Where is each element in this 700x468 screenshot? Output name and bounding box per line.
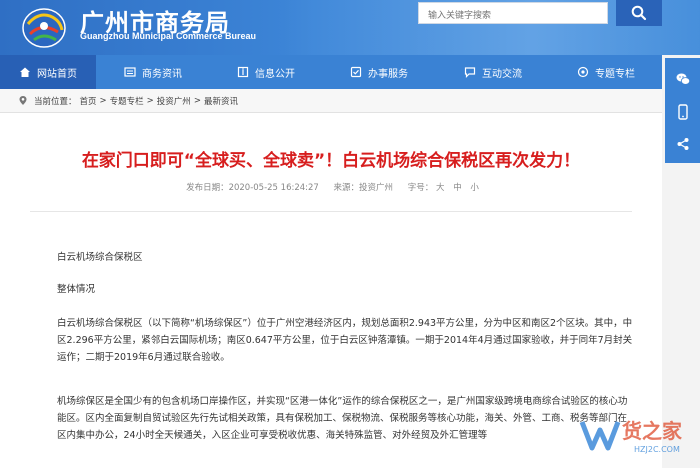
breadcrumb-prefix: 当前位置： [34,96,77,107]
search-button[interactable] [616,0,662,26]
article-meta: 发布日期：2020-05-25 16:24:27 来源：投资广州 字号： 大 中… [0,181,662,193]
search-box [418,2,608,26]
breadcrumb-home[interactable]: 首页 [80,95,97,107]
chat-icon [464,67,476,78]
home-icon [20,67,30,77]
location-icon [19,96,27,105]
search-icon [631,5,647,21]
share-sidebar [665,58,700,163]
site-header: 广州市商务局 Guangzhou Municipal Commerce Bure… [0,0,700,55]
mobile-icon[interactable] [676,103,690,120]
article-paragraph: 白云机场综合保税区 [57,252,143,263]
font-size-small[interactable]: 小 [470,183,479,193]
wechat-icon[interactable] [675,71,691,87]
share-icon[interactable] [676,137,690,151]
breadcrumb-latest[interactable]: 最新资讯 [204,95,238,107]
font-size-large[interactable]: 大 [436,183,445,193]
article-content: 在家门口即可“全球买、全球卖”！白云机场综合保税区再次发力！ 发布日期：2020… [0,113,683,468]
nav-item-news[interactable]: 商务资讯 [96,55,210,89]
logo-emblem-icon[interactable] [20,2,68,50]
breadcrumb-separator: > [193,95,201,106]
nav-item-topic[interactable]: 专题专栏 [550,55,662,89]
watermark-logo: 货之家 HZJ2C.COM [579,419,683,454]
main-nav: 网站首页 商务资讯 信息公开 办事服务 互动交流 专题专栏 [0,55,662,89]
breadcrumb-separator: > [99,95,107,106]
divider [30,211,632,212]
article-paragraph: 整体情况 [57,284,96,295]
nav-item-home[interactable]: 网站首页 [0,55,96,89]
breadcrumb-separator: > [146,95,154,106]
breadcrumb: 当前位置： 首页 > 专题专栏 > 投资广州 > 最新资讯 [0,89,662,113]
nav-label: 信息公开 [255,68,295,80]
service-icon [350,66,362,78]
nav-label: 网站首页 [37,68,77,80]
search-input[interactable] [419,6,607,26]
article-paragraph: 机场综保区是全国少有的包含机场口岸操作区，并实现“区港一体化”运作的综合保税区之… [57,396,628,441]
article-paragraph: 白云机场综合保税区（以下简称“机场综保区”）位于广州空港经济区内，规划总面积2.… [57,318,633,363]
svg-text:货之家: 货之家 [622,419,683,443]
article-title: 在家门口即可“全球买、全球卖”！白云机场综合保税区再次发力！ [81,151,581,171]
breadcrumb-topic[interactable]: 专题专栏 [110,95,144,107]
nav-item-service[interactable]: 办事服务 [322,55,436,89]
nav-label: 办事服务 [368,68,408,80]
info-icon [237,66,249,78]
nav-item-info[interactable]: 信息公开 [210,55,322,89]
font-size-label: 字号： [407,183,434,193]
news-icon [124,67,136,77]
site-subtitle: Guangzhou Municipal Commerce Bureau [80,31,257,41]
article-source: 来源：投资广州 [333,183,394,193]
nav-label: 专题专栏 [595,68,635,80]
nav-item-interact[interactable]: 互动交流 [436,55,550,89]
nav-label: 互动交流 [482,68,522,80]
svg-text:HZJ2C.COM: HZJ2C.COM [634,445,680,454]
publish-date: 发布日期：2020-05-25 16:24:27 [186,183,319,193]
nav-label: 商务资讯 [142,68,182,80]
topic-icon [577,66,589,78]
breadcrumb-invest[interactable]: 投资广州 [157,95,191,107]
font-size-medium[interactable]: 中 [453,183,462,193]
